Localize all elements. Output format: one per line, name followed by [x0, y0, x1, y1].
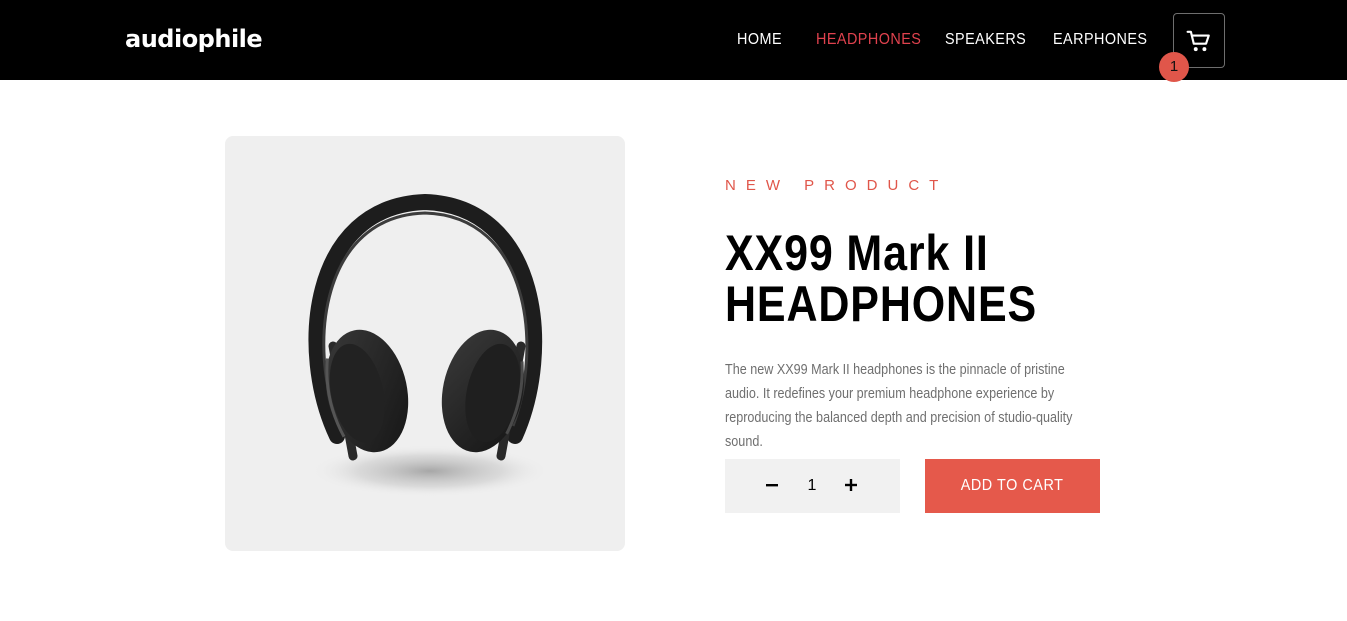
quantity-value: 1 [807, 477, 817, 494]
decrement-button[interactable] [759, 472, 785, 498]
quantity-stepper: 1 [725, 459, 900, 513]
nav-link-speakers[interactable]: SPEAKERS [945, 29, 1026, 51]
plus-icon [845, 479, 857, 491]
add-to-cart-label: ADD TO CART [961, 477, 1064, 494]
top-navbar: audiophile HOME HEADPHONES SPEAKERS EARP… [0, 0, 1347, 82]
increment-button[interactable] [838, 472, 864, 498]
shopping-cart-icon [1186, 30, 1210, 51]
nav-link-earphones[interactable]: EARPHONES [1053, 29, 1147, 51]
new-product-overline: NEW PRODUCT [725, 177, 949, 194]
cart-count-badge: 1 [1159, 52, 1189, 82]
minus-icon [766, 484, 778, 487]
product-image-card [225, 136, 625, 551]
product-description: The new XX99 Mark II headphones is the p… [725, 361, 1073, 450]
add-to-cart-button[interactable]: ADD TO CART [925, 459, 1100, 513]
brand-logo[interactable]: audiophile [125, 24, 263, 54]
nav-link-home[interactable]: HOME [737, 29, 782, 51]
headphones-image [308, 193, 550, 497]
product-title: XX99 Mark II HEADPHONES [725, 225, 1038, 332]
nav-link-headphones[interactable]: HEADPHONES [816, 29, 921, 51]
